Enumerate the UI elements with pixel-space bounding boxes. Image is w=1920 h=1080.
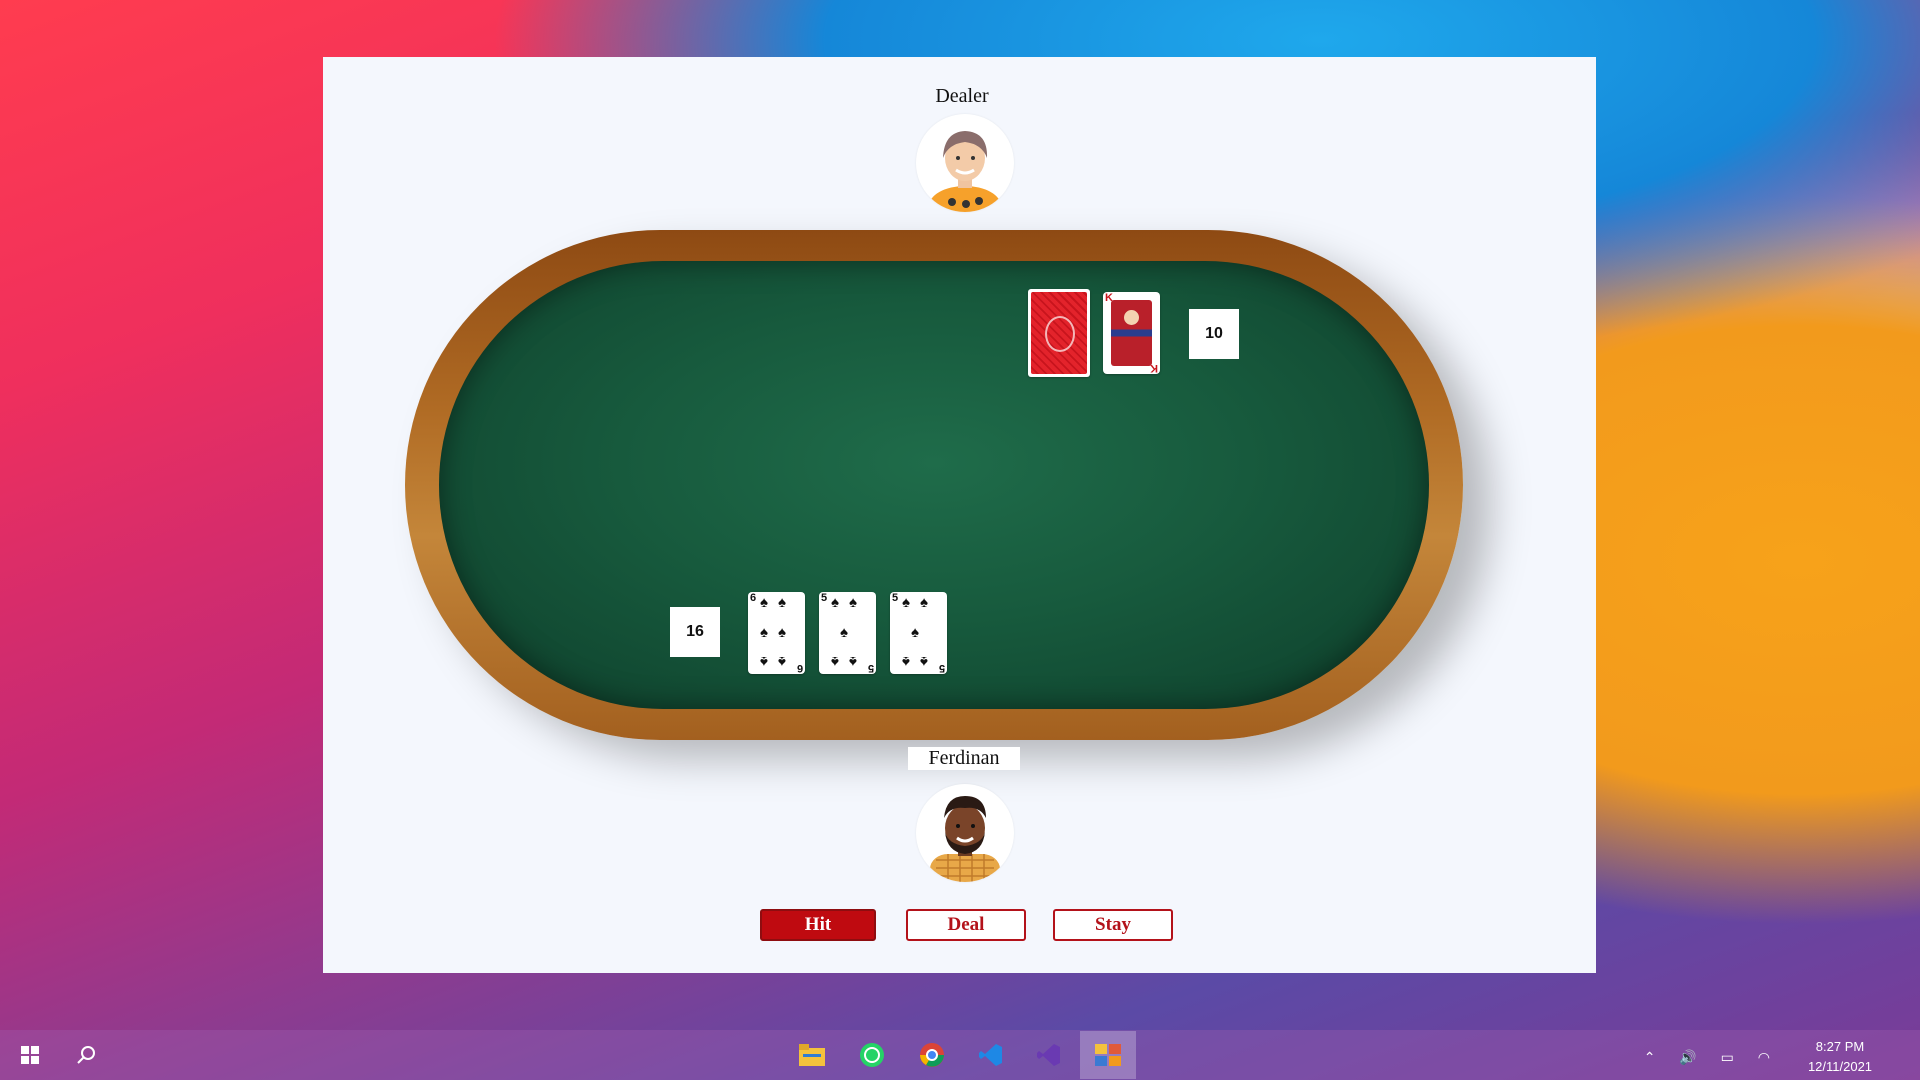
dealer-label: Dealer	[935, 85, 989, 107]
dealer-card-king-hearts: K K	[1103, 292, 1160, 374]
king-face-icon	[1111, 300, 1152, 366]
card-rank-bottom: K	[1150, 362, 1158, 374]
player-card-6-spades: 6 ♠ ♠ ♠ ♠ ♠ ♠ 6	[748, 592, 805, 674]
tray-date[interactable]: 12/11/2021	[1800, 1059, 1880, 1074]
taskbar: ⌃ 🔊 ▭ ◠ 8:27 PM 12/11/2021	[0, 1030, 1920, 1080]
player-avatar	[916, 784, 1014, 882]
stay-button[interactable]: Stay	[1053, 909, 1173, 941]
visual-studio-icon[interactable]	[1034, 1040, 1064, 1070]
dealer-hidden-card	[1028, 289, 1090, 377]
card-rank: 5	[821, 592, 828, 604]
dealer-avatar	[916, 114, 1014, 212]
player-card-5-spades: 5 ♠ ♠ ♠ ♠ ♠ 5	[819, 592, 876, 674]
blackjack-window: Dealer K K 10 16 6 ♠ ♠ ♠ ♠ ♠ ♠ 6 5 ♠ ♠ ♠ ♠ ♠ …	[323, 57, 1596, 973]
dealer-score: 10	[1189, 309, 1239, 359]
app-window-icon[interactable]	[1080, 1031, 1136, 1079]
start-icon[interactable]	[15, 1040, 45, 1070]
vscode-icon[interactable]	[976, 1040, 1006, 1070]
player-score: 16	[670, 607, 720, 657]
player-card-5-spades: 5 ♠ ♠ ♠ ♠ ♠ 5	[890, 592, 947, 674]
card-rank-bottom: 5	[938, 662, 945, 674]
whatsapp-icon[interactable]	[857, 1040, 887, 1070]
system-tray-icons[interactable]: ⌃ 🔊 ▭ ◠	[1644, 1049, 1780, 1066]
hit-button[interactable]: Hit	[760, 909, 876, 941]
chrome-icon[interactable]	[917, 1040, 947, 1070]
card-rank: 5	[892, 592, 899, 604]
card-rank-bottom: 5	[867, 662, 874, 674]
card-rank-bottom: 6	[796, 662, 803, 674]
file-explorer-icon[interactable]	[797, 1040, 827, 1070]
player-name-label: Ferdinan	[908, 747, 1020, 770]
deal-button[interactable]: Deal	[906, 909, 1026, 941]
card-rank: 6	[750, 592, 757, 604]
search-icon[interactable]	[72, 1040, 102, 1070]
tray-time[interactable]: 8:27 PM	[1800, 1039, 1880, 1054]
